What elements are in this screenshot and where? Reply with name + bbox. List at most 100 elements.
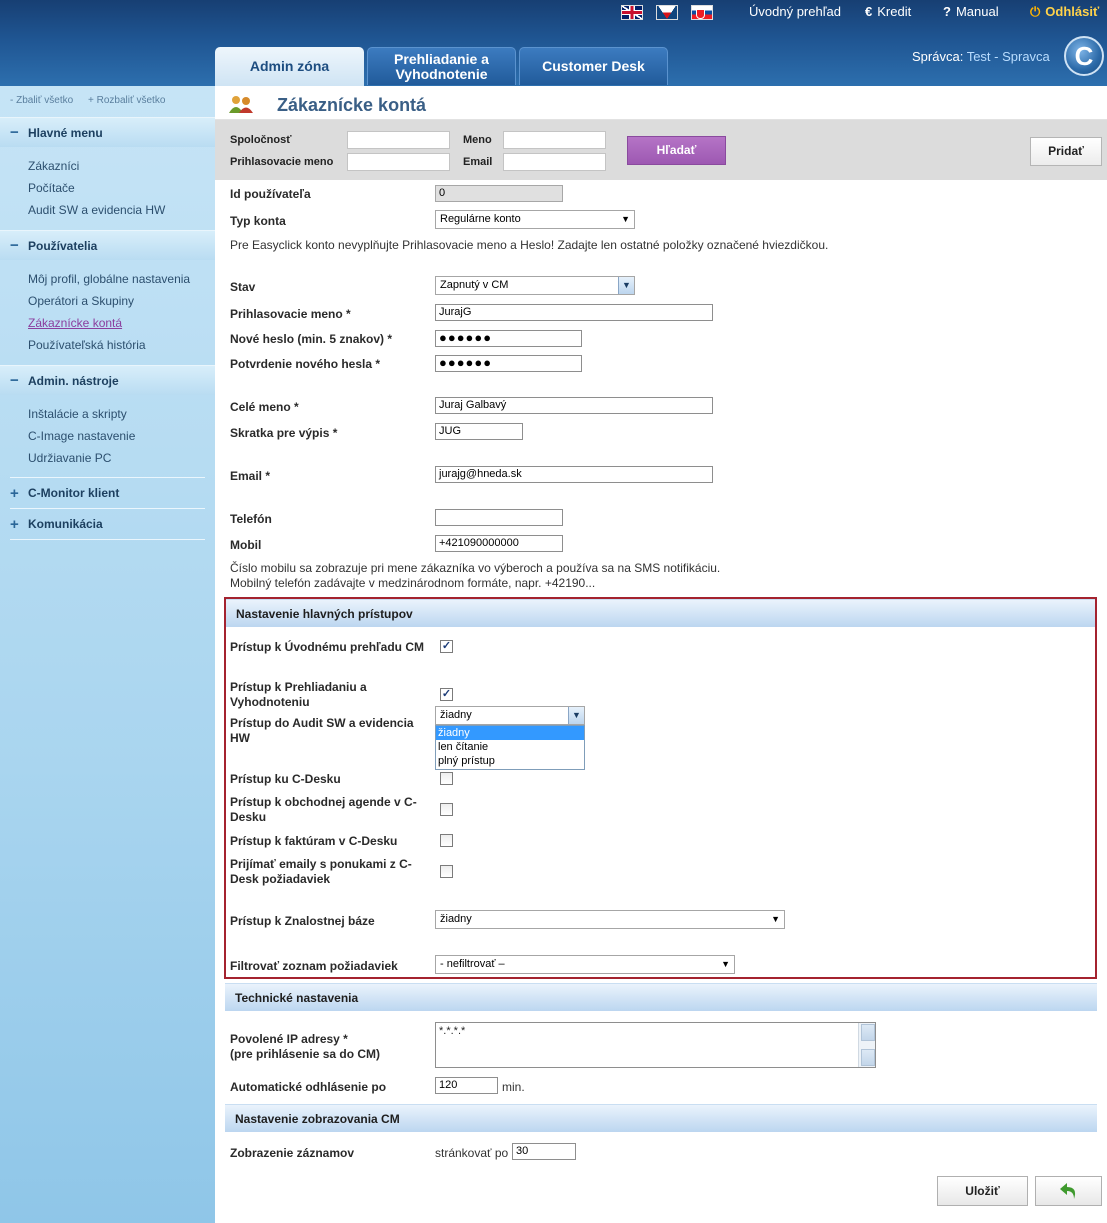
audit-access-select[interactable]: žiadny ▼ bbox=[435, 706, 585, 725]
paging-label: stránkovať po bbox=[435, 1146, 509, 1160]
collapse-all-link[interactable]: - Zbaliť všetko bbox=[10, 95, 73, 106]
chevron-down-icon: ▼ bbox=[568, 707, 584, 724]
search-button[interactable]: Hľadať bbox=[627, 136, 726, 165]
sidebar-section-users[interactable]: − Používatelia bbox=[0, 230, 215, 260]
dropdown-option[interactable]: len čítanie bbox=[436, 740, 584, 754]
sidebar-item-user-history[interactable]: Používateľská história bbox=[28, 338, 146, 352]
tab-admin-zone[interactable]: Admin zóna bbox=[215, 47, 364, 86]
full-name-field[interactable]: Juraj Galbavý bbox=[435, 397, 713, 414]
login-name-field[interactable]: JurajG bbox=[435, 304, 713, 321]
sidebar-item-my-profile[interactable]: Môj profil, globálne nastavenia bbox=[28, 272, 190, 286]
tab-browse-evaluation[interactable]: Prehliadanie a Vyhodnotenie bbox=[367, 47, 516, 85]
mobile-note-1: Číslo mobilu sa zobrazuje pri mene zákaz… bbox=[230, 561, 721, 575]
sidebar-item-customers[interactable]: Zákazníci bbox=[28, 159, 79, 173]
page-title-bar: Zákaznícke kontá bbox=[215, 86, 1107, 120]
save-button[interactable]: Uložiť bbox=[937, 1176, 1028, 1206]
sk-flag-icon[interactable] bbox=[691, 5, 713, 20]
sidebar-section-communication[interactable]: + Komunikácia bbox=[0, 509, 215, 539]
minus-icon: − bbox=[10, 372, 19, 389]
overview-link[interactable]: Úvodný prehľad bbox=[749, 4, 841, 19]
auto-logout-field[interactable]: 120 bbox=[435, 1077, 498, 1094]
email-label: Email * bbox=[230, 469, 271, 483]
login-input[interactable] bbox=[347, 153, 450, 171]
filter-requests-label: Filtrovať zoznam požiadaviek bbox=[230, 959, 398, 973]
name-input[interactable] bbox=[503, 131, 606, 149]
power-icon: ⏻ bbox=[1030, 4, 1041, 19]
expand-collapse-row: - Zbaliť všetko + Rozbaliť všetko bbox=[10, 95, 177, 106]
back-button[interactable] bbox=[1035, 1176, 1102, 1206]
confirm-password-field[interactable]: ●●●●●● bbox=[435, 355, 582, 372]
c-monitor-logo-icon: C bbox=[1064, 36, 1104, 76]
cz-flag-icon[interactable] bbox=[656, 5, 678, 20]
user-id-field: 0 bbox=[435, 185, 563, 202]
audit-access-value: žiadny bbox=[440, 709, 472, 721]
auto-logout-label: Automatické odhlásenie po bbox=[230, 1080, 387, 1094]
email-input[interactable] bbox=[503, 153, 606, 171]
account-type-select[interactable]: Regulárne konto ▼ bbox=[435, 210, 635, 229]
invoices-access-label: Prístup k faktúram v C-Desku bbox=[230, 834, 398, 848]
sidebar-item-audit[interactable]: Audit SW a evidencia HW bbox=[28, 203, 165, 217]
email-label: Email bbox=[463, 156, 493, 168]
emails-offers-checkbox[interactable] bbox=[440, 865, 453, 878]
users-icon bbox=[229, 96, 253, 113]
dropdown-option[interactable]: plný prístup bbox=[436, 754, 584, 768]
overview-access-checkbox[interactable]: ✓ bbox=[440, 640, 453, 653]
cdesk-access-checkbox[interactable] bbox=[440, 772, 453, 785]
status-select[interactable]: Zapnutý v CM ▼ bbox=[435, 276, 635, 295]
undo-arrow-icon bbox=[1059, 1183, 1075, 1199]
allowed-ip-label: Povolené IP adresy * (pre prihlásenie sa … bbox=[230, 1032, 381, 1061]
knowledge-base-select[interactable]: žiadny ▼ bbox=[435, 910, 785, 929]
mobile-field[interactable]: +421090000000 bbox=[435, 535, 563, 552]
sidebar-item-pc-maintenance[interactable]: Udržiavanie PC bbox=[28, 451, 111, 465]
plus-icon: + bbox=[10, 484, 19, 502]
knowledge-base-value: žiadny bbox=[440, 913, 472, 925]
user-name[interactable]: Test - Spravca bbox=[967, 49, 1050, 64]
sidebar-section-label: Hlavné menu bbox=[28, 125, 103, 140]
emails-offers-label: Prijímať emaily s ponukami z C- Desk poži… bbox=[230, 857, 412, 886]
logout-link[interactable]: ⏻ Odhlásiť bbox=[1030, 4, 1099, 20]
company-input[interactable] bbox=[347, 131, 450, 149]
sidebar-section-label: Komunikácia bbox=[28, 517, 103, 531]
sidebar-item-computers[interactable]: Počítače bbox=[28, 181, 75, 195]
email-field[interactable]: jurajg@hneda.sk bbox=[435, 466, 713, 483]
minus-icon: − bbox=[10, 237, 19, 254]
sidebar-item-customer-accounts[interactable]: Zákaznícke kontá bbox=[28, 316, 122, 330]
company-label: Spoločnosť bbox=[230, 134, 292, 146]
add-button[interactable]: Pridať bbox=[1030, 137, 1102, 166]
login-label: Prihlasovacie meno bbox=[230, 156, 334, 168]
sidebar-section-main-menu[interactable]: − Hlavné menu bbox=[0, 117, 215, 147]
phone-field[interactable] bbox=[435, 509, 563, 526]
invoices-access-checkbox[interactable] bbox=[440, 834, 453, 847]
minus-icon: − bbox=[10, 124, 19, 141]
sidebar-divider bbox=[10, 539, 205, 540]
new-password-field[interactable]: ●●●●●● bbox=[435, 330, 582, 347]
abbreviation-field[interactable]: JUG bbox=[435, 423, 523, 440]
sidebar-item-installations[interactable]: Inštalácie a skripty bbox=[28, 407, 127, 421]
manual-link[interactable]: ? Manual bbox=[943, 4, 999, 19]
login-name-label: Prihlasovacie meno * bbox=[230, 307, 351, 321]
filter-requests-select[interactable]: - nefiltrovať – ▼ bbox=[435, 955, 735, 974]
paging-field[interactable]: 30 bbox=[512, 1143, 576, 1160]
tab-customer-desk[interactable]: Customer Desk bbox=[519, 47, 668, 85]
top-bar: Úvodný prehľad € Kredit ? Manual ⏻ Odhlásiť bbox=[0, 0, 1107, 24]
agenda-access-checkbox[interactable] bbox=[440, 803, 453, 816]
sidebar-section-cmonitor[interactable]: + C-Monitor klient bbox=[0, 478, 215, 508]
agenda-access-label: Prístup k obchodnej agende v C- Desku bbox=[230, 795, 417, 824]
header: Úvodný prehľad € Kredit ? Manual ⏻ Odhlásiť… bbox=[0, 0, 1107, 86]
credit-link[interactable]: € Kredit bbox=[865, 4, 911, 19]
sidebar-section-admin-tools[interactable]: − Admin. nástroje bbox=[0, 365, 215, 395]
sidebar-section-label: C-Monitor klient bbox=[28, 486, 120, 500]
en-flag-icon[interactable] bbox=[621, 5, 643, 20]
sidebar-item-c-image[interactable]: C-Image nastavenie bbox=[28, 429, 135, 443]
browse-access-checkbox[interactable]: ✓ bbox=[440, 688, 453, 701]
scrollbar[interactable] bbox=[858, 1023, 875, 1067]
sidebar-item-operators[interactable]: Operátori a Skupiny bbox=[28, 294, 134, 308]
mobile-note-2: Mobilný telefón zadávajte v medzinárodno… bbox=[230, 576, 596, 590]
expand-all-link[interactable]: + Rozbaliť všetko bbox=[88, 95, 165, 106]
page-title: Zákaznícke kontá bbox=[277, 95, 427, 115]
auto-logout-unit: min. bbox=[502, 1080, 525, 1094]
allowed-ip-textarea[interactable]: *.*.*.* bbox=[435, 1022, 876, 1068]
dropdown-option[interactable]: žiadny bbox=[436, 726, 584, 740]
status-label: Stav bbox=[230, 280, 256, 294]
manual-link-label: Manual bbox=[955, 4, 999, 19]
